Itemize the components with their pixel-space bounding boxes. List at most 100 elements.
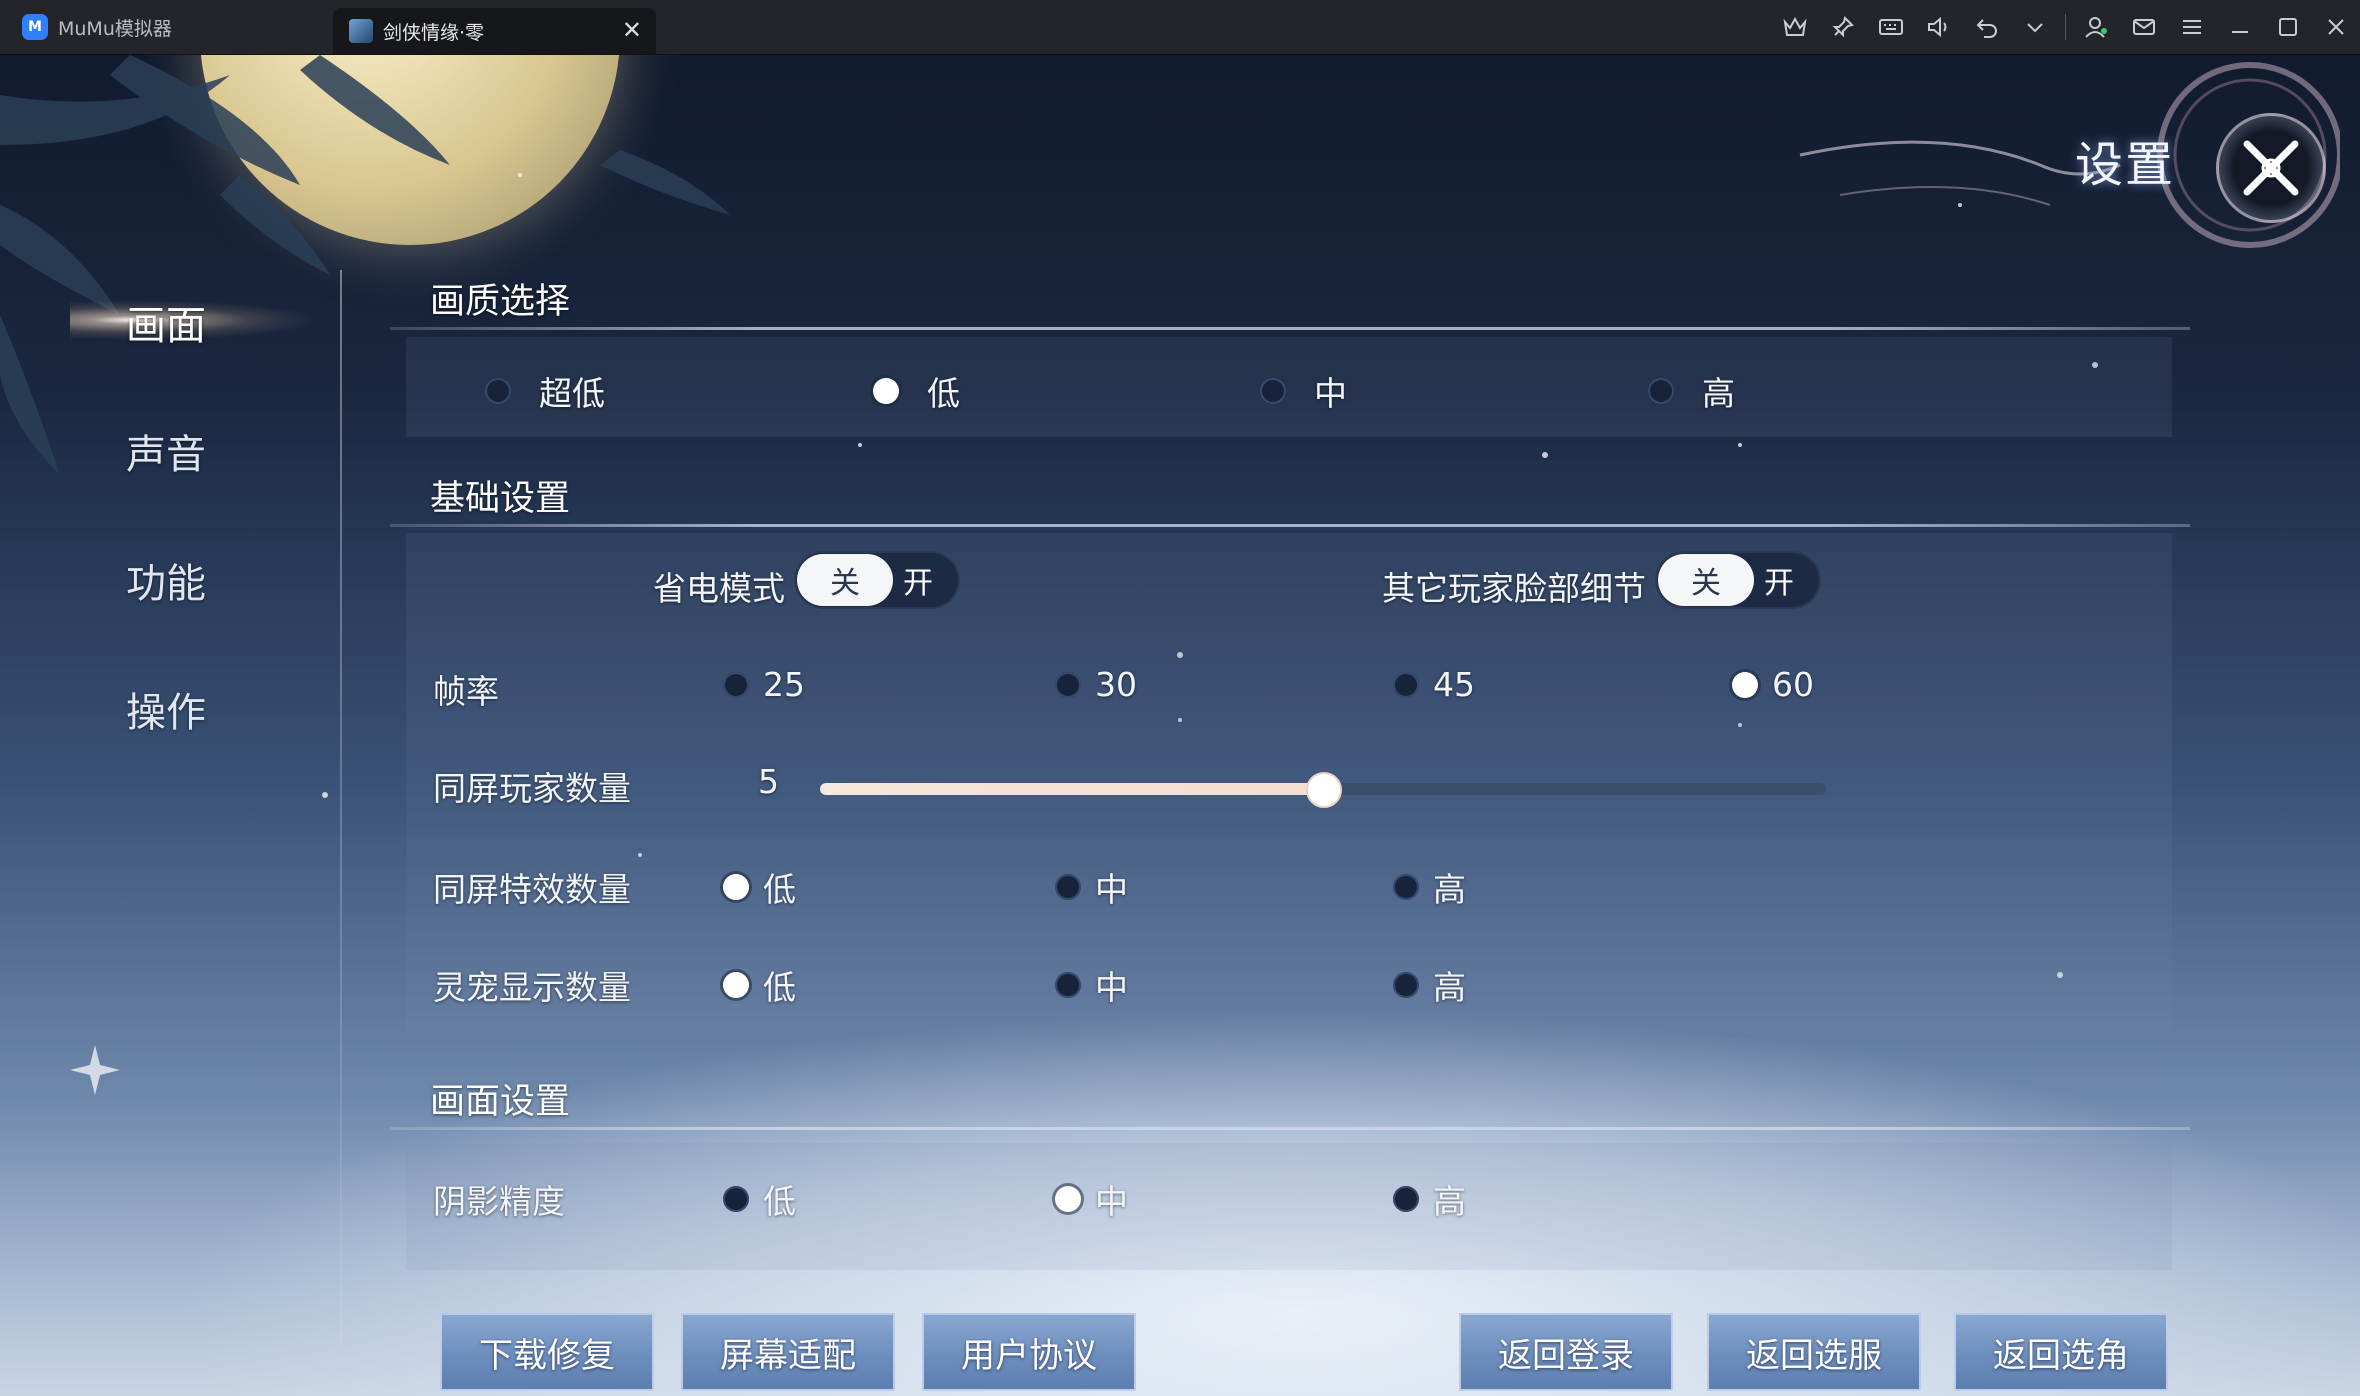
maximize-icon[interactable] xyxy=(2264,0,2312,54)
app-name: MuMu模拟器 xyxy=(58,17,172,40)
undo-icon[interactable] xyxy=(1963,0,2011,54)
keyboard-icon[interactable] xyxy=(1867,0,1915,54)
crossed-swords-icon xyxy=(2243,140,2299,196)
toolbar-separator xyxy=(2065,14,2066,40)
players-count-value: 5 xyxy=(758,762,779,801)
radio-dot xyxy=(1055,671,1081,698)
power-saving-toggle[interactable]: 关 开 xyxy=(794,551,960,609)
option-label: 60 xyxy=(1772,665,1814,704)
slider-handle[interactable] xyxy=(1306,772,1342,808)
section-title-quality: 画质选择 xyxy=(430,282,571,322)
option-label: 低 xyxy=(763,1182,796,1221)
quality-option-ultralow[interactable]: 超低 xyxy=(485,367,605,415)
effects-count-label: 同屏特效数量 xyxy=(433,870,631,909)
pets-count-label: 灵宠显示数量 xyxy=(433,968,631,1007)
option-label: 高 xyxy=(1702,374,1735,413)
quality-option-medium[interactable]: 中 xyxy=(1260,367,1347,415)
section-divider xyxy=(390,1127,2190,1130)
face-detail-label: 其它玩家脸部细节 xyxy=(1382,569,1646,608)
radio-dot xyxy=(485,378,511,404)
option-label: 中 xyxy=(1095,1182,1128,1221)
radio-dot xyxy=(1055,972,1081,998)
shadow-option-medium[interactable]: 中 xyxy=(1055,1175,1128,1223)
close-icon[interactable] xyxy=(2312,0,2360,54)
section-divider xyxy=(390,327,2190,330)
toggle-knob: 关 xyxy=(1658,554,1754,606)
radio-dot xyxy=(873,378,899,404)
nav-item-function[interactable]: 功能 xyxy=(126,551,206,609)
minimize-icon[interactable] xyxy=(2216,0,2264,54)
radio-dot xyxy=(1393,972,1419,998)
section-title-basic: 基础设置 xyxy=(430,479,571,519)
fps-option-60[interactable]: 60 xyxy=(1732,665,1814,704)
option-label: 45 xyxy=(1433,665,1475,704)
pets-option-low[interactable]: 低 xyxy=(723,961,796,1009)
option-label: 低 xyxy=(763,870,796,909)
app-tab[interactable]: M MuMu模拟器 xyxy=(0,0,330,54)
mail-icon[interactable] xyxy=(2120,0,2168,54)
radio-dot xyxy=(1260,378,1286,404)
radio-dot xyxy=(1393,1186,1419,1212)
game-tab-title: 剑侠情缘·零 xyxy=(383,21,485,44)
toggle-alt-label: 开 xyxy=(903,566,933,601)
power-saving-label: 省电模式 xyxy=(653,569,785,608)
section-divider xyxy=(390,524,2190,527)
tab-close-icon[interactable]: ✕ xyxy=(622,16,642,44)
game-tab[interactable]: 剑侠情缘·零 ✕ xyxy=(333,8,656,54)
quality-option-high[interactable]: 高 xyxy=(1648,367,1735,415)
fps-option-25[interactable]: 25 xyxy=(723,665,805,704)
download-repair-button[interactable]: 下载修复 xyxy=(440,1313,654,1391)
chevron-down-icon[interactable] xyxy=(2011,0,2059,54)
crown-icon[interactable] xyxy=(1771,0,1819,54)
radio-dot xyxy=(1393,874,1419,900)
quality-option-low[interactable]: 低 xyxy=(873,367,960,415)
nav-item-sound[interactable]: 声音 xyxy=(126,422,206,480)
radio-dot xyxy=(723,671,749,698)
players-count-slider[interactable] xyxy=(820,772,1826,808)
display-settings-bg xyxy=(406,1143,2172,1270)
screen-fit-button[interactable]: 屏幕适配 xyxy=(681,1313,895,1391)
effects-option-medium[interactable]: 中 xyxy=(1055,863,1128,911)
radio-dot xyxy=(1393,671,1419,698)
volume-icon[interactable] xyxy=(1915,0,1963,54)
close-settings-button[interactable] xyxy=(2216,113,2326,223)
back-to-login-button[interactable]: 返回登录 xyxy=(1459,1313,1673,1391)
option-label: 中 xyxy=(1314,374,1347,413)
option-label: 中 xyxy=(1095,870,1128,909)
toggle-alt-label: 开 xyxy=(1764,566,1794,601)
back-to-server-button[interactable]: 返回选服 xyxy=(1707,1313,1921,1391)
user-agreement-button[interactable]: 用户协议 xyxy=(922,1313,1136,1391)
pets-option-high[interactable]: 高 xyxy=(1393,961,1466,1009)
pets-option-medium[interactable]: 中 xyxy=(1055,961,1128,1009)
radio-dot xyxy=(1732,671,1758,698)
effects-option-high[interactable]: 高 xyxy=(1393,863,1466,911)
menu-icon[interactable] xyxy=(2168,0,2216,54)
game-screen: 设置 画面 声音 功能 操作 画质选择 超低 低 中 高 基础设置 省电模式 关… xyxy=(0,55,2360,1396)
back-to-character-button[interactable]: 返回选角 xyxy=(1954,1313,2168,1391)
toolbar-icons xyxy=(1771,0,2360,54)
nav-item-controls[interactable]: 操作 xyxy=(126,680,206,738)
pin-icon[interactable] xyxy=(1819,0,1867,54)
title-bar: M MuMu模拟器 剑侠情缘·零 ✕ xyxy=(0,0,2360,55)
option-label: 低 xyxy=(927,374,960,413)
face-detail-toggle[interactable]: 关 开 xyxy=(1655,551,1821,609)
effects-option-low[interactable]: 低 xyxy=(723,863,796,911)
toggle-knob: 关 xyxy=(797,554,893,606)
option-label: 高 xyxy=(1433,870,1466,909)
section-title-display: 画面设置 xyxy=(430,1082,571,1122)
nav-divider xyxy=(340,270,342,1350)
mumu-logo-icon: M xyxy=(22,14,48,40)
radio-dot xyxy=(723,1186,749,1212)
option-label: 25 xyxy=(763,665,805,704)
shadow-option-low[interactable]: 低 xyxy=(723,1175,796,1223)
nav-item-display[interactable]: 画面 xyxy=(126,293,206,351)
option-label: 中 xyxy=(1095,968,1128,1007)
option-label: 低 xyxy=(763,968,796,1007)
fps-option-30[interactable]: 30 xyxy=(1055,665,1137,704)
fps-option-45[interactable]: 45 xyxy=(1393,665,1475,704)
shadow-option-high[interactable]: 高 xyxy=(1393,1175,1466,1223)
radio-dot xyxy=(723,972,749,998)
user-icon[interactable] xyxy=(2072,0,2120,54)
slider-fill xyxy=(820,783,1323,795)
radio-dot xyxy=(1055,874,1081,900)
